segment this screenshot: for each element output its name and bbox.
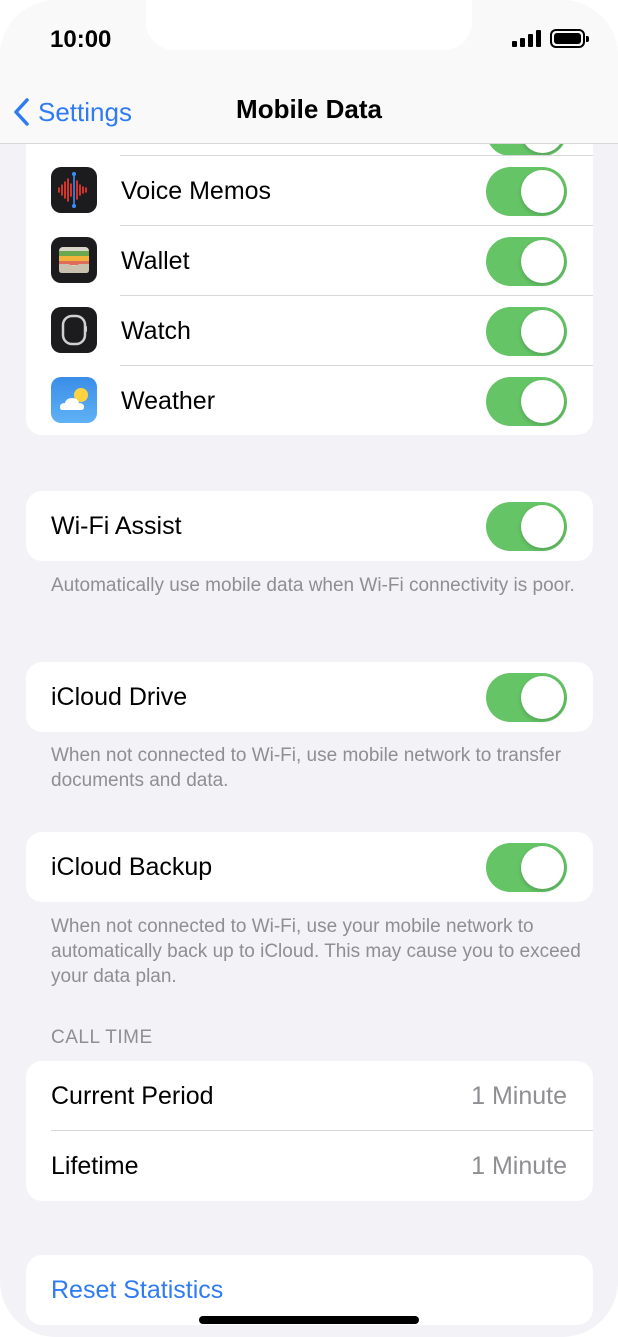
watch-toggle[interactable] bbox=[486, 307, 567, 356]
call-time-group: Current Period 1 Minute Lifetime 1 Minut… bbox=[26, 1061, 593, 1201]
navigation-bar: Settings Mobile Data bbox=[0, 80, 618, 144]
watch-icon bbox=[51, 307, 97, 353]
icloud-backup-footer: When not connected to Wi-Fi, use your mo… bbox=[51, 916, 581, 987]
weather-icon bbox=[51, 377, 97, 423]
status-time: 10:00 bbox=[50, 26, 112, 53]
page-title: Mobile Data bbox=[236, 94, 382, 124]
call-time-header: CALL TIME bbox=[51, 1027, 153, 1048]
icloud-drive-toggle[interactable] bbox=[486, 673, 567, 722]
icloud-drive-row: iCloud Drive bbox=[26, 662, 593, 732]
wifi-assist-group: Wi-Fi Assist bbox=[26, 491, 593, 561]
app-row-voice-memos: Voice Memos bbox=[26, 156, 593, 226]
icloud-backup-label: iCloud Backup bbox=[51, 852, 213, 881]
call-time-value: 1 Minute bbox=[471, 1081, 567, 1110]
icloud-drive-label: iCloud Drive bbox=[51, 682, 188, 711]
reset-statistics-label: Reset Statistics bbox=[51, 1275, 224, 1304]
icloud-backup-toggle[interactable] bbox=[486, 843, 567, 892]
phone-screen: 10:00 Settings Mobile Data Voice Memos W… bbox=[0, 0, 618, 1337]
wallet-icon bbox=[51, 237, 97, 283]
app-name: Weather bbox=[121, 386, 216, 415]
voice-memos-toggle[interactable] bbox=[486, 167, 567, 216]
notch bbox=[146, 0, 472, 50]
call-time-row-lifetime: Lifetime 1 Minute bbox=[26, 1131, 593, 1201]
icloud-drive-group: iCloud Drive bbox=[26, 662, 593, 732]
call-time-label: Current Period bbox=[51, 1081, 214, 1110]
call-time-value: 1 Minute bbox=[471, 1151, 567, 1180]
voice-memos-icon bbox=[51, 167, 97, 213]
app-list-group: Voice Memos Wallet Watch Weather bbox=[26, 120, 593, 435]
icloud-backup-row: iCloud Backup bbox=[26, 832, 593, 902]
app-row-wallet: Wallet bbox=[26, 226, 593, 296]
app-row-weather: Weather bbox=[26, 366, 593, 435]
wifi-assist-toggle[interactable] bbox=[486, 502, 567, 551]
icloud-drive-footer: When not connected to Wi-Fi, use mobile … bbox=[51, 745, 562, 791]
reset-statistics-button[interactable]: Reset Statistics bbox=[26, 1255, 593, 1325]
call-time-row-current-period: Current Period 1 Minute bbox=[26, 1061, 593, 1131]
wallet-toggle[interactable] bbox=[486, 237, 567, 286]
icloud-backup-group: iCloud Backup bbox=[26, 832, 593, 902]
app-row-watch: Watch bbox=[26, 296, 593, 366]
wifi-assist-footer: Automatically use mobile data when Wi-Fi… bbox=[51, 575, 575, 596]
wifi-assist-row: Wi-Fi Assist bbox=[26, 491, 593, 561]
battery-icon bbox=[550, 29, 589, 48]
call-time-label: Lifetime bbox=[51, 1151, 139, 1180]
app-name: Voice Memos bbox=[121, 176, 272, 205]
app-name: Watch bbox=[121, 316, 191, 345]
reset-group: Reset Statistics bbox=[26, 1255, 593, 1325]
cellular-signal-icon bbox=[512, 30, 541, 47]
home-indicator[interactable] bbox=[199, 1316, 419, 1324]
wifi-assist-label: Wi-Fi Assist bbox=[51, 511, 182, 540]
weather-toggle[interactable] bbox=[486, 377, 567, 426]
app-name: Wallet bbox=[121, 246, 190, 275]
